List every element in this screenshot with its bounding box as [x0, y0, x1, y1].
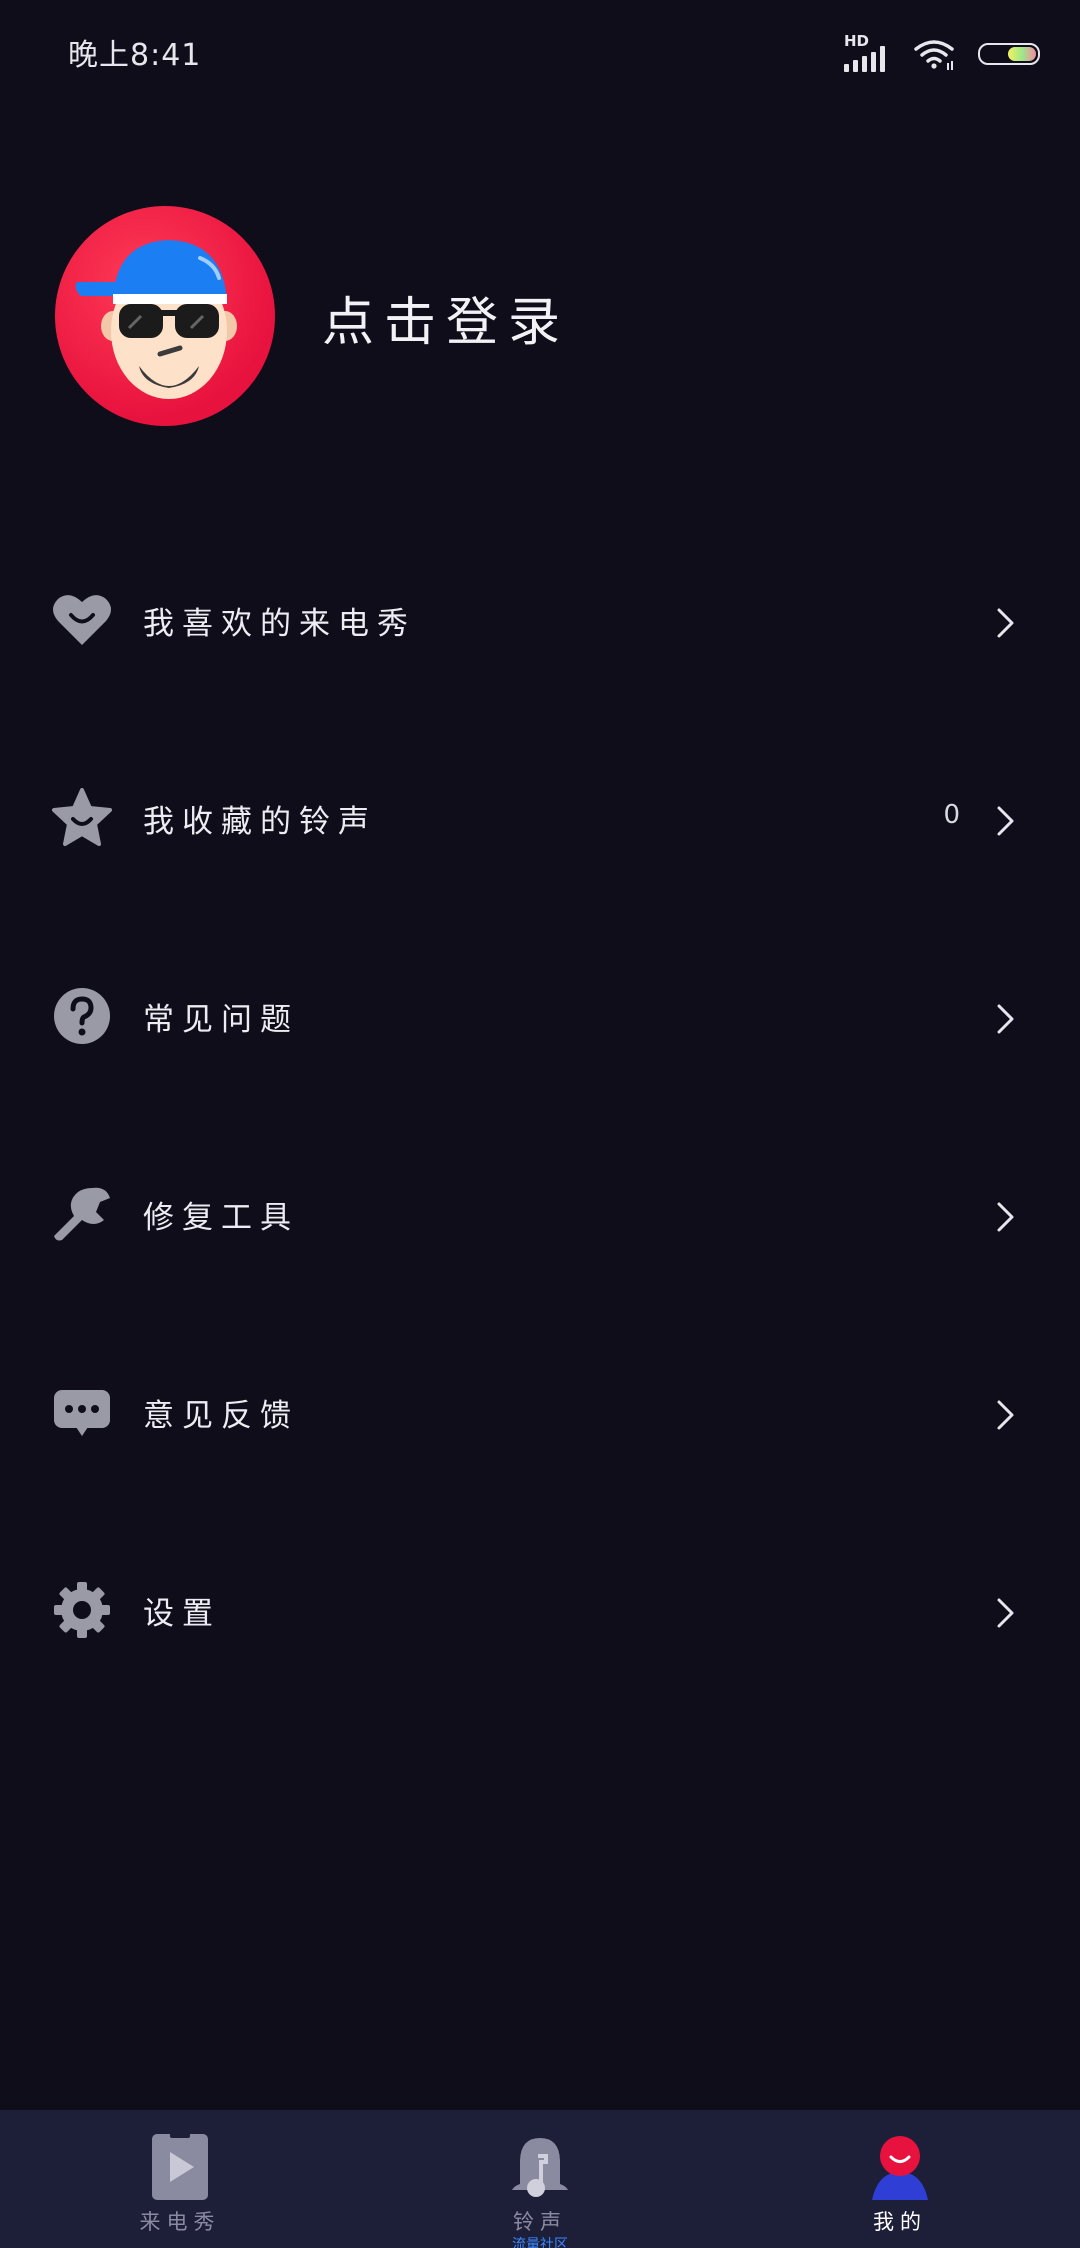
chevron-right-icon — [997, 1400, 1014, 1430]
bottom-nav: 来电秀 铃声 流量社区 我的 — [0, 2110, 1080, 2248]
cellular-signal-icon: HD — [844, 32, 890, 72]
tab-call-show[interactable]: 来电秀 — [80, 2110, 280, 2248]
chevron-right-icon — [997, 1004, 1014, 1034]
menu-item-favorite-call-shows[interactable]: 我喜欢的来电秀 — [0, 520, 1080, 718]
wifi-icon — [914, 40, 954, 70]
profile-page: 晚上8:41 HD 点击登录 我喜欢的来电秀 我收藏的铃声 0 常见问题 修复工… — [0, 0, 1080, 2248]
status-bar: 晚上8:41 HD — [0, 0, 1080, 100]
heart-smile-icon — [53, 595, 111, 645]
tab-label: 我的 — [873, 2210, 927, 2234]
tab-label: 来电秀 — [139, 2210, 221, 2234]
login-button[interactable]: 点击登录 — [322, 280, 570, 355]
chevron-right-icon — [997, 608, 1014, 638]
menu-item-repair-tool[interactable]: 修复工具 — [0, 1114, 1080, 1312]
avatar-illustration — [75, 240, 237, 399]
bell-music-icon — [512, 2138, 568, 2197]
status-time: 晚上8:41 — [68, 38, 202, 73]
chevron-right-icon — [997, 806, 1014, 836]
tab-ringtones[interactable]: 铃声 流量社区 — [440, 2110, 640, 2248]
saved-ringtones-count: 0 — [943, 800, 960, 830]
star-smile-icon — [52, 788, 112, 846]
chat-bubble-icon — [54, 1390, 110, 1436]
battery-icon — [978, 43, 1040, 65]
menu-item-label: 意见反馈 — [143, 1398, 299, 1434]
gear-icon — [54, 1582, 110, 1638]
user-smile-icon — [872, 2136, 928, 2200]
chevron-right-icon — [997, 1598, 1014, 1628]
menu-item-saved-ringtones[interactable]: 我收藏的铃声 0 — [0, 718, 1080, 916]
menu-list: 我喜欢的来电秀 我收藏的铃声 0 常见问题 修复工具 意见反馈 设置 — [0, 520, 1080, 1708]
menu-item-label: 修复工具 — [143, 1200, 299, 1236]
menu-item-label: 我喜欢的来电秀 — [143, 606, 416, 642]
chevron-right-icon — [997, 1202, 1014, 1232]
wrench-icon — [54, 1187, 110, 1241]
tab-sublabel: 流量社区 — [512, 2237, 568, 2248]
tab-label: 铃声 — [513, 2210, 567, 2234]
menu-item-feedback[interactable]: 意见反馈 — [0, 1312, 1080, 1510]
menu-item-label: 我收藏的铃声 — [143, 804, 377, 840]
play-card-icon — [152, 2132, 208, 2200]
status-icons: HD — [844, 32, 1040, 74]
tab-mine[interactable]: 我的 — [800, 2110, 1000, 2248]
avatar[interactable] — [55, 206, 275, 426]
menu-item-faq[interactable]: 常见问题 — [0, 916, 1080, 1114]
menu-item-label: 设置 — [143, 1596, 221, 1632]
question-icon — [54, 988, 110, 1044]
menu-item-settings[interactable]: 设置 — [0, 1510, 1080, 1708]
menu-item-label: 常见问题 — [143, 1002, 299, 1038]
